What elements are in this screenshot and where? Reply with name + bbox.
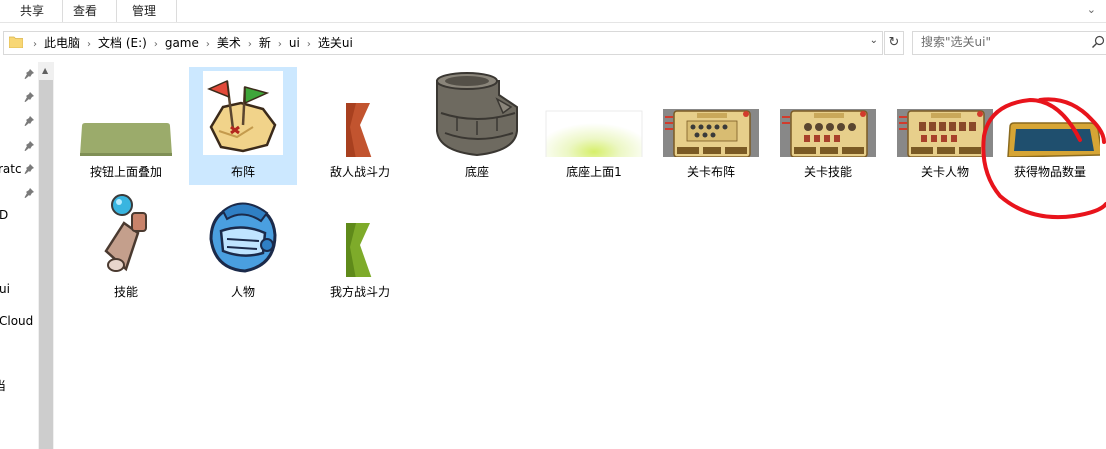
crumb-this-pc[interactable]: 此电脑 [44,32,80,54]
address-bar[interactable]: › 此电脑 › 文档 (E:) › game › 美术 › 新 › ui › 选关ui ⌄ [3,31,883,55]
crumb-ui[interactable]: ui [289,32,300,54]
level-panel-thumbnail [663,109,759,157]
crumb-new[interactable]: 新 [259,32,271,54]
file-label: 敌人战斗力 [329,165,390,179]
crumb-game[interactable]: game [165,32,199,54]
chevron-right-icon[interactable]: › [154,34,158,56]
chevron-right-icon[interactable]: › [206,34,210,56]
pin-icon[interactable] [24,188,34,198]
tab-share[interactable]: 共享 [20,3,44,19]
file-item[interactable]: 关卡技能 [774,67,882,185]
breadcrumb: › 此电脑 › 文档 (E:) › game › 美术 › 新 › ui › 选关ui [26,32,353,54]
divider [62,0,63,22]
file-item[interactable]: 按钮上面叠加 [72,67,180,185]
file-label: 按钮上面叠加 [89,165,162,179]
crumb-level-ui[interactable]: 选关ui [318,32,353,54]
crumb-art[interactable]: 美术 [217,32,241,54]
file-item[interactable]: 布阵 [189,67,297,185]
file-item[interactable]: 关卡人物 [891,67,999,185]
chevron-right-icon[interactable]: › [307,34,311,56]
refresh-icon: ↻ [888,35,900,50]
file-label: 关卡技能 [803,165,852,179]
file-grid: 按钮上面叠加 布阵 敌人战斗力 底座 底座上面1 关卡布阵 关卡技能 关卡人物 … [56,59,1106,449]
tab-manage[interactable]: 管理 [132,3,156,19]
file-item[interactable]: 底座上面1 [540,67,648,185]
level-panel-thumbnail [780,109,876,157]
nav-scrollbar[interactable]: ▲ [38,62,54,449]
divider [176,0,177,22]
file-label: 技能 [113,285,138,299]
file-label: 底座 [464,165,489,179]
chevron-down-icon[interactable]: ⌄ [870,35,878,46]
file-item[interactable]: 技能 [72,187,180,305]
pin-icon[interactable] [24,141,34,151]
pin-icon[interactable] [24,92,34,102]
nav-item[interactable]: D [0,208,8,222]
blue-frame-thumbnail [1007,122,1100,157]
nav-item[interactable]: ratc [0,162,22,176]
red-ribbon-thumbnail [346,103,372,157]
glow-thumbnail [545,110,643,157]
chevron-right-icon[interactable]: › [278,34,282,56]
chevron-right-icon[interactable]: › [87,34,91,56]
file-item[interactable]: 敌人战斗力 [306,67,414,185]
green-bar-thumbnail [80,123,172,156]
flags-map-thumbnail [203,71,283,155]
knight-helmet-thumbnail [203,189,283,277]
scroll-wand-thumbnail [96,189,158,277]
scroll-up-icon[interactable]: ▲ [42,66,48,75]
file-label: 我方战斗力 [329,285,390,299]
ribbon: 共享 查看 管理 ⌄ [0,0,1106,23]
pin-icon[interactable] [24,116,34,126]
chevron-right-icon[interactable]: › [33,34,37,56]
green-ribbon-thumbnail [346,223,372,277]
refresh-button[interactable]: ↻ [884,31,904,55]
file-item[interactable]: 底座 [423,67,531,185]
file-label: 人物 [230,285,255,299]
file-item[interactable]: 我方战斗力 [306,187,414,305]
level-panel-thumbnail [897,109,993,157]
chevron-right-icon[interactable]: › [248,34,252,56]
nav-item[interactable]: 当 [0,377,6,394]
file-label: 关卡布阵 [686,165,735,179]
divider [116,0,117,22]
crumb-drive[interactable]: 文档 (E:) [98,32,147,54]
stone-base-thumbnail [436,72,518,157]
file-label: 布阵 [230,165,255,179]
search-icon[interactable] [1091,35,1105,49]
scrollbar-thumb[interactable] [39,80,53,449]
tab-view[interactable]: 查看 [73,3,97,19]
file-item[interactable]: 人物 [189,187,297,305]
file-label: 关卡人物 [920,165,969,179]
chevron-down-icon[interactable]: ⌄ [1087,3,1096,16]
search-input[interactable] [921,34,1081,50]
pin-icon[interactable] [24,164,34,174]
folder-icon [9,36,23,48]
file-item[interactable]: 关卡布阵 [657,67,765,185]
pin-icon[interactable] [24,69,34,79]
nav-item[interactable]: ui [0,282,10,296]
file-label: 底座上面1 [566,165,622,179]
search-box[interactable] [912,31,1106,55]
file-label: 获得物品数量 [1013,165,1086,179]
file-item[interactable]: 获得物品数量 [996,67,1104,185]
